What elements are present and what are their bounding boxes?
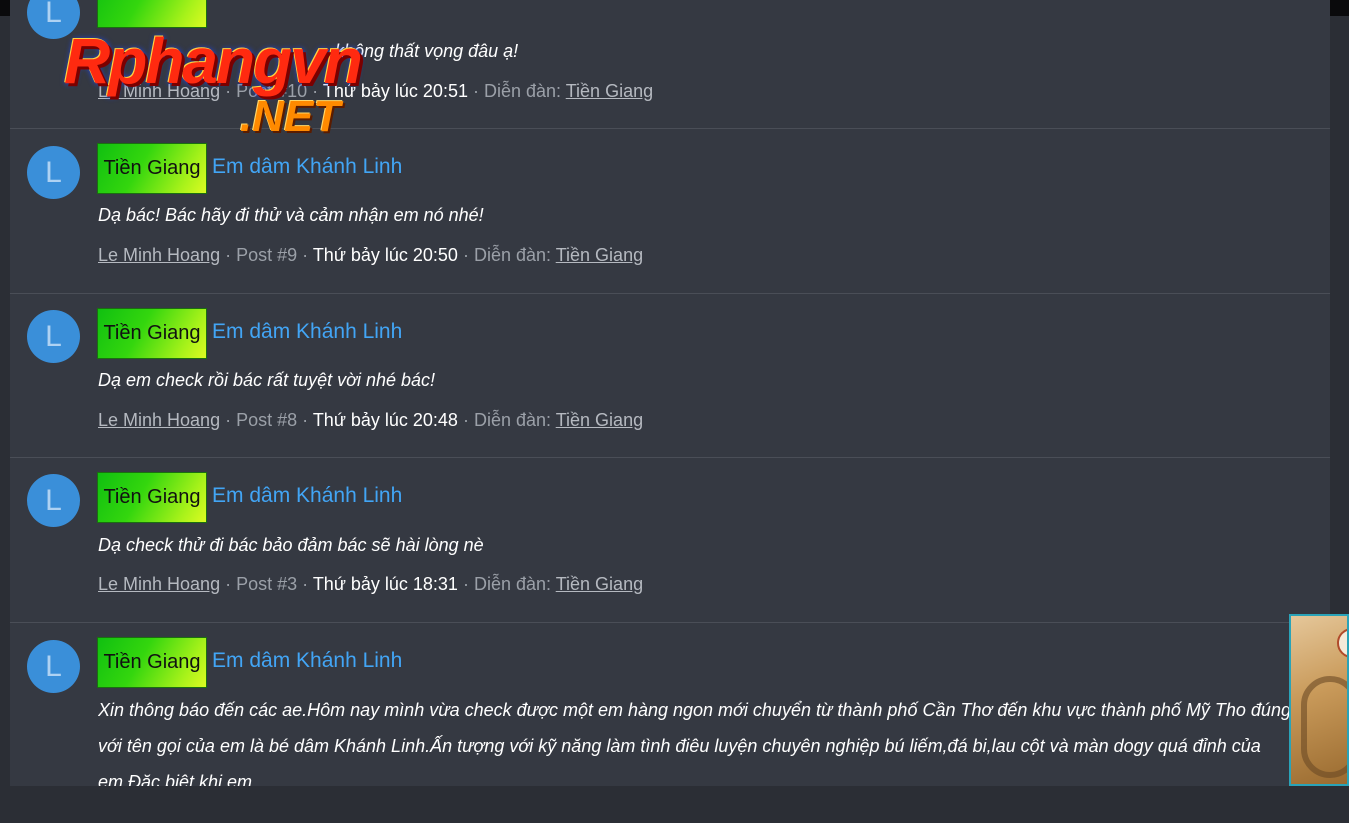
- author-link[interactable]: Le Minh Hoang: [98, 410, 220, 430]
- forum-label: Diễn đàn:: [473, 574, 552, 594]
- thread-title-link[interactable]: Em dâm Khánh Linh: [212, 155, 402, 179]
- author-link[interactable]: Le Minh Hoang: [98, 81, 220, 101]
- post-number[interactable]: Post #9: [236, 245, 297, 265]
- post-snippet: Dạ bác! Bác hãy đi thử và cảm nhận em nó…: [98, 205, 484, 225]
- forum-label: Diễn đàn:: [473, 245, 552, 265]
- post-snippet: không thất vọng đâu ạ!: [335, 41, 519, 61]
- post-snippet: Xin thông báo đến các ae.Hôm nay mình vừ…: [98, 700, 1291, 786]
- ad-image: [1301, 676, 1347, 778]
- list-item: L Tiền Giang Em dâm Khánh Linh Dạ bác! B…: [10, 129, 1330, 294]
- avatar[interactable]: L: [27, 640, 80, 693]
- post-number[interactable]: Post #8: [236, 410, 297, 430]
- post-time: Thứ bảy lúc 18:31: [312, 574, 458, 594]
- post-number[interactable]: Post #10: [236, 81, 307, 101]
- list-item: L Tiền Giang Em dâm Khánh Linh Xin thông…: [10, 623, 1330, 823]
- forum-link[interactable]: Tiền Giang: [556, 245, 643, 265]
- forum-link[interactable]: Tiền Giang: [556, 574, 643, 594]
- search-results-list: L không thất vọng đâu ạ! Le Minh Hoang ·…: [10, 0, 1330, 786]
- author-link[interactable]: Le Minh Hoang: [98, 574, 220, 594]
- post-time: Thứ bảy lúc 20:51: [322, 81, 468, 101]
- post-meta: Le Minh Hoang · Post #8 · Thứ bảy lúc 20…: [98, 410, 644, 430]
- post-time: Thứ bảy lúc 20:48: [312, 410, 458, 430]
- post-number[interactable]: Post #3: [236, 574, 297, 594]
- forum-link[interactable]: Tiền Giang: [556, 410, 643, 430]
- forum-prefix-tag[interactable]: Tiền Giang: [97, 308, 207, 359]
- avatar[interactable]: L: [27, 0, 80, 39]
- forum-prefix-tag[interactable]: Tiền Giang: [97, 472, 207, 523]
- avatar[interactable]: L: [27, 310, 80, 363]
- thread-title-link[interactable]: Em dâm Khánh Linh: [212, 320, 402, 344]
- post-snippet: Dạ em check rồi bác rất tuyệt vời nhé bá…: [98, 370, 436, 390]
- post-meta: Le Minh Hoang · Post #10 · Thứ bảy lúc 2…: [98, 81, 654, 101]
- forum-prefix-tag[interactable]: [97, 0, 207, 28]
- forum-prefix-tag[interactable]: Tiền Giang: [97, 143, 207, 194]
- forum-link[interactable]: Tiền Giang: [566, 81, 653, 101]
- list-item: L Tiền Giang Em dâm Khánh Linh Dạ check …: [10, 458, 1330, 623]
- forum-label: Diễn đàn:: [483, 81, 562, 101]
- author-link[interactable]: Le Minh Hoang: [98, 245, 220, 265]
- forum-label: Diễn đàn:: [473, 410, 552, 430]
- avatar[interactable]: L: [27, 146, 80, 199]
- forum-prefix-tag[interactable]: Tiền Giang: [97, 637, 207, 688]
- ad-badge-icon: [1337, 628, 1347, 658]
- list-item: L Tiền Giang Em dâm Khánh Linh Dạ em che…: [10, 294, 1330, 458]
- post-time: Thứ bảy lúc 20:50: [312, 245, 458, 265]
- floating-ad-banner[interactable]: [1289, 614, 1349, 786]
- thread-title-link[interactable]: Em dâm Khánh Linh: [212, 649, 402, 673]
- list-item: L không thất vọng đâu ạ! Le Minh Hoang ·…: [10, 0, 1330, 129]
- post-snippet: Dạ check thử đi bác bảo đảm bác sẽ hài l…: [98, 535, 484, 555]
- avatar[interactable]: L: [27, 474, 80, 527]
- thread-title-link[interactable]: Em dâm Khánh Linh: [212, 484, 402, 508]
- post-meta: Le Minh Hoang · Post #3 · Thứ bảy lúc 18…: [98, 574, 644, 594]
- post-meta: Le Minh Hoang · Post #9 · Thứ bảy lúc 20…: [98, 245, 644, 265]
